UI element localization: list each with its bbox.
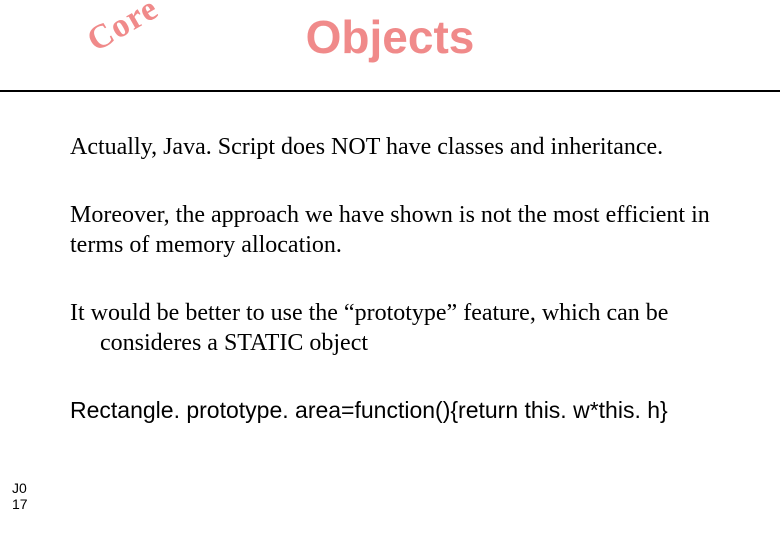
slide-title: Objects	[0, 10, 780, 64]
footer-line-1: J0	[12, 481, 28, 496]
slide: Core Objects Actually, Java. Script does…	[0, 0, 780, 540]
paragraph-1: Actually, Java. Script does NOT have cla…	[70, 132, 750, 162]
slide-footer: J0 17	[12, 481, 28, 512]
slide-body: Actually, Java. Script does NOT have cla…	[0, 92, 780, 425]
footer-line-2: 17	[12, 497, 28, 512]
paragraph-3: It would be better to use the “prototype…	[70, 298, 750, 358]
paragraph-4-code: Rectangle. prototype. area=function(){re…	[70, 396, 750, 425]
paragraph-2: Moreover, the approach we have shown is …	[70, 200, 750, 260]
slide-header: Core Objects	[0, 0, 780, 92]
